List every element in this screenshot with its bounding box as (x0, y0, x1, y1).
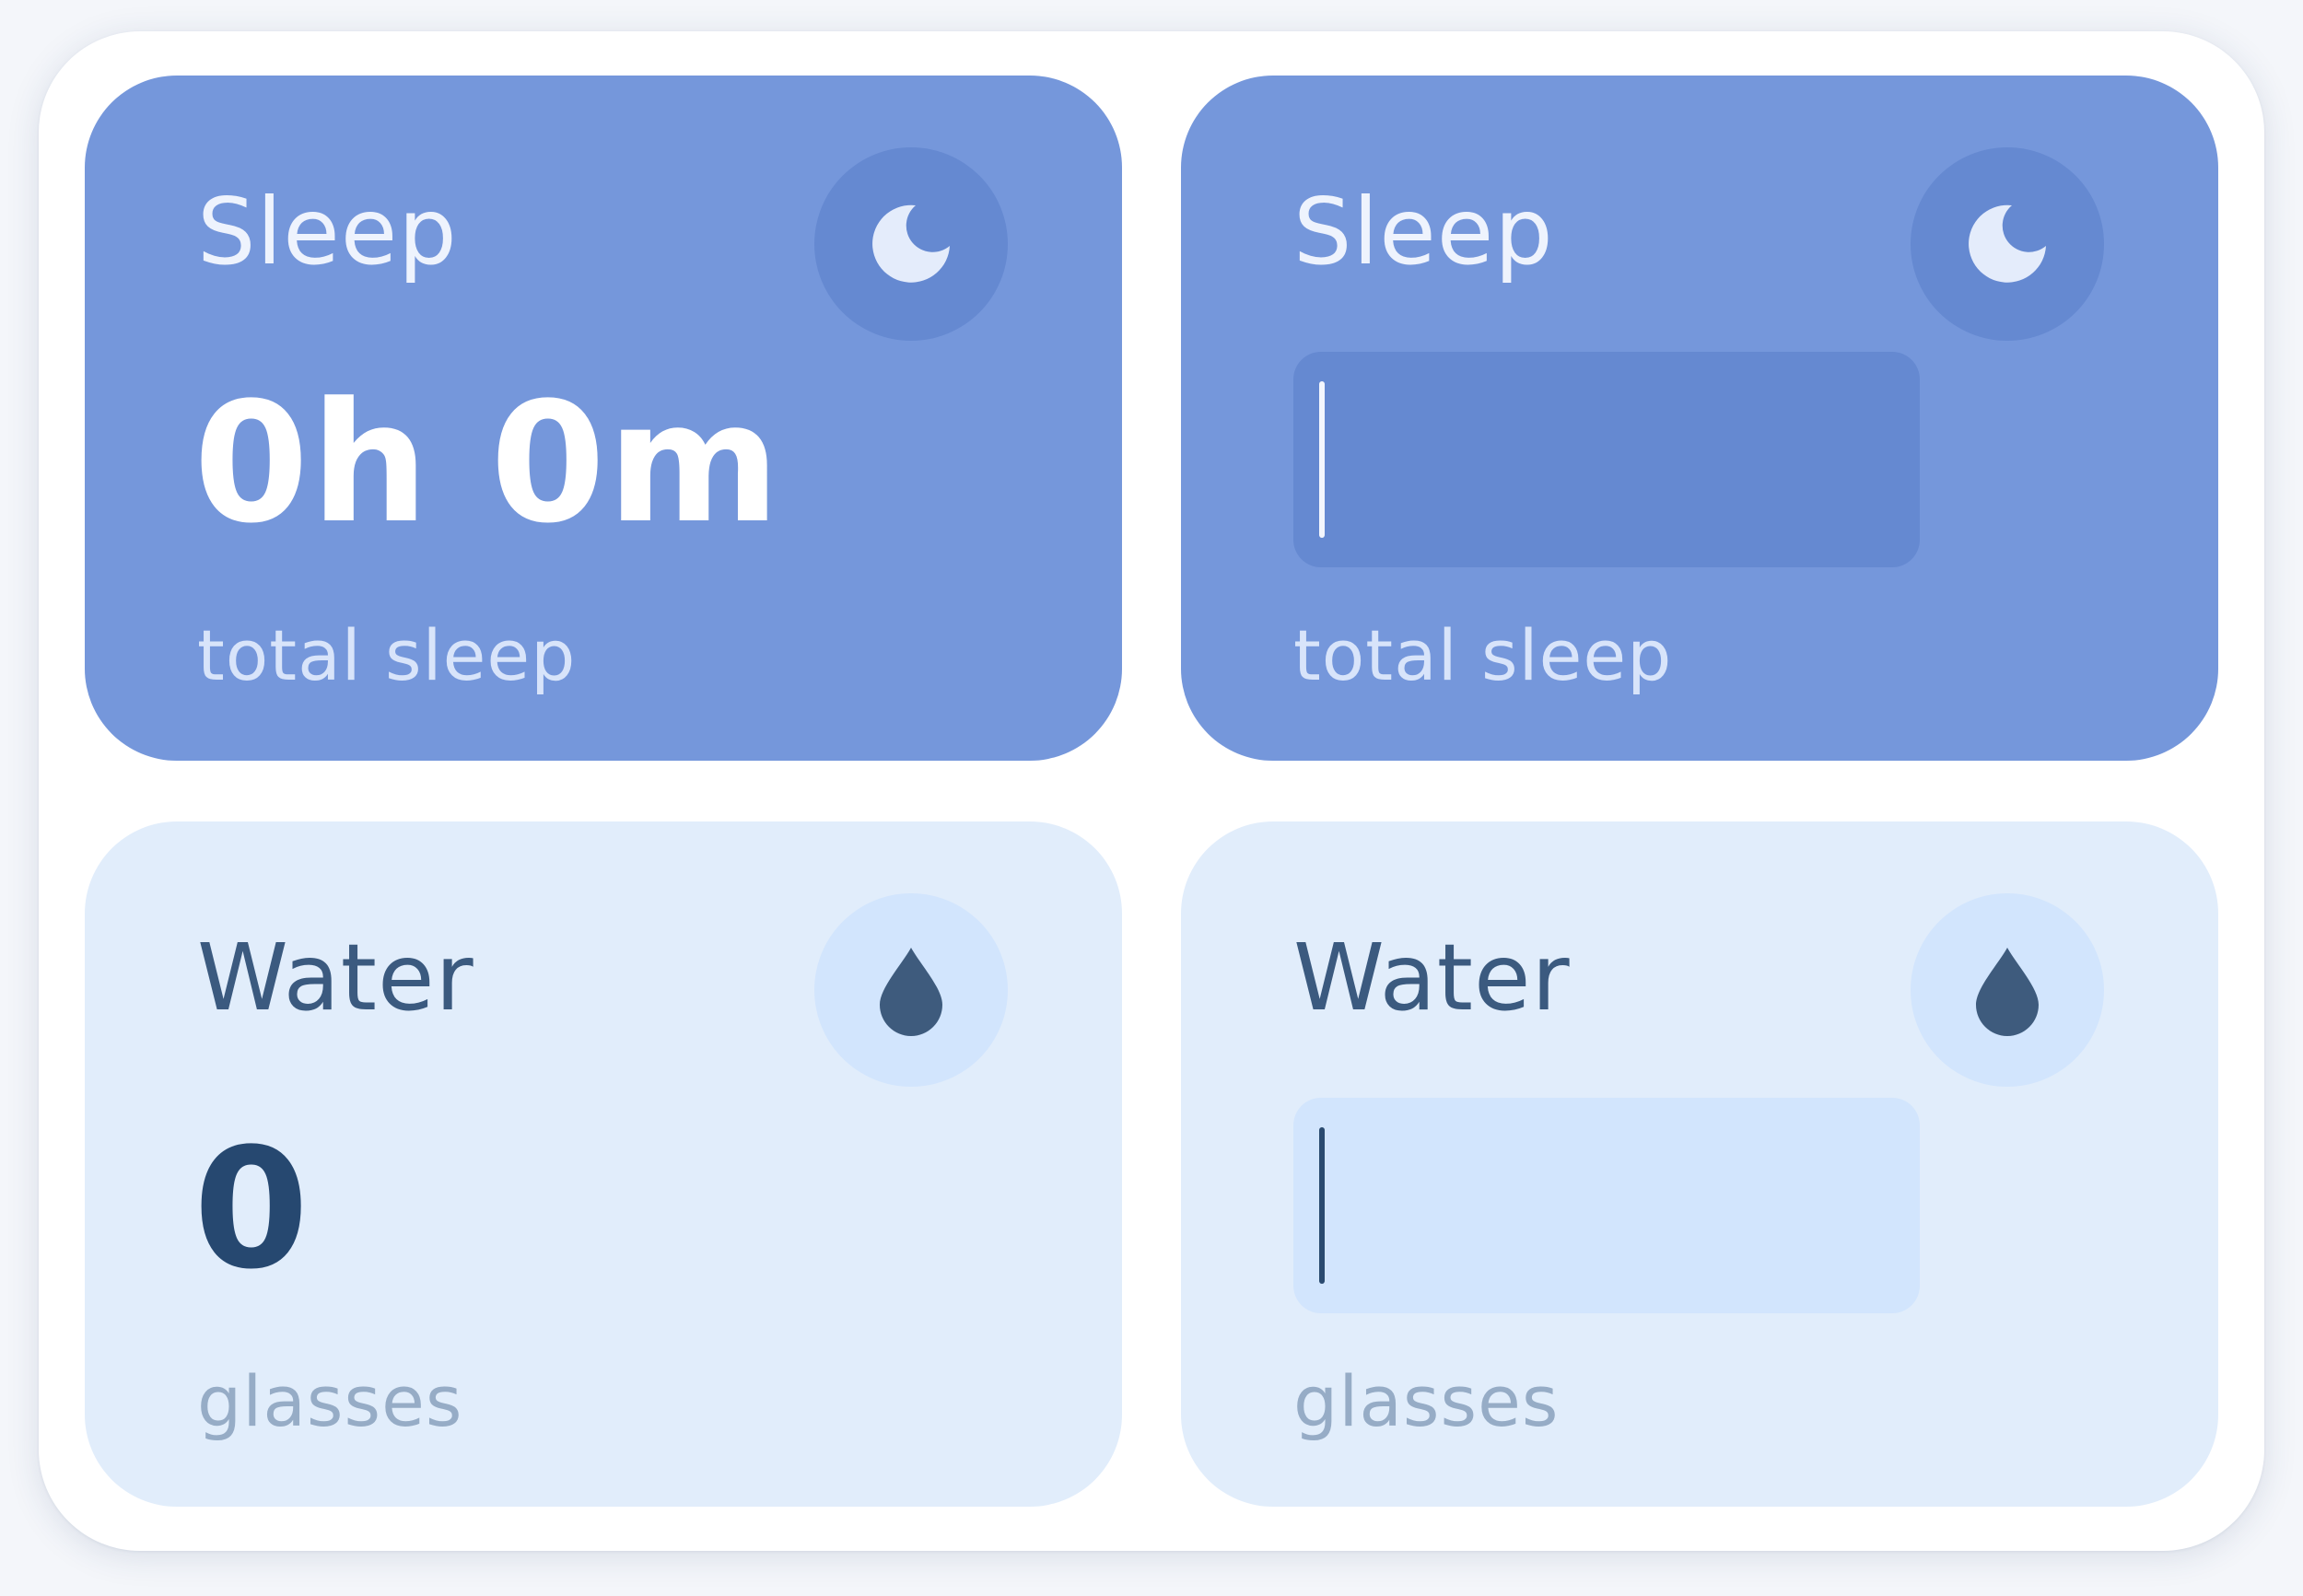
card-caption: total sleep (1293, 614, 1673, 696)
moon-icon (814, 147, 1008, 341)
water-glasses-value: 0 (193, 1113, 311, 1306)
card-title: Sleep (197, 178, 458, 285)
card-caption: glasses (1293, 1360, 1560, 1442)
moon-icon (1911, 147, 2104, 341)
stats-panel: Sleep 0h 0m total sleep Sleep total slee… (39, 31, 2264, 1551)
sleep-total-value: 0h 0m (193, 367, 782, 560)
water-card-editing[interactable]: Water glasses (1181, 821, 2218, 1507)
card-title: Sleep (1293, 178, 1554, 285)
water-input[interactable] (1293, 1098, 1920, 1313)
sleep-card-editing[interactable]: Sleep total sleep (1181, 76, 2218, 761)
water-drop-icon (814, 893, 1008, 1087)
water-card[interactable]: Water 0 glasses (85, 821, 1122, 1507)
sleep-card[interactable]: Sleep 0h 0m total sleep (85, 76, 1122, 761)
card-title: Water (1293, 924, 1571, 1031)
text-caret (1319, 381, 1325, 538)
sleep-input[interactable] (1293, 352, 1920, 567)
card-title: Water (197, 924, 474, 1031)
text-caret (1319, 1127, 1325, 1284)
card-caption: total sleep (197, 614, 577, 696)
water-drop-icon (1911, 893, 2104, 1087)
card-caption: glasses (197, 1360, 463, 1442)
